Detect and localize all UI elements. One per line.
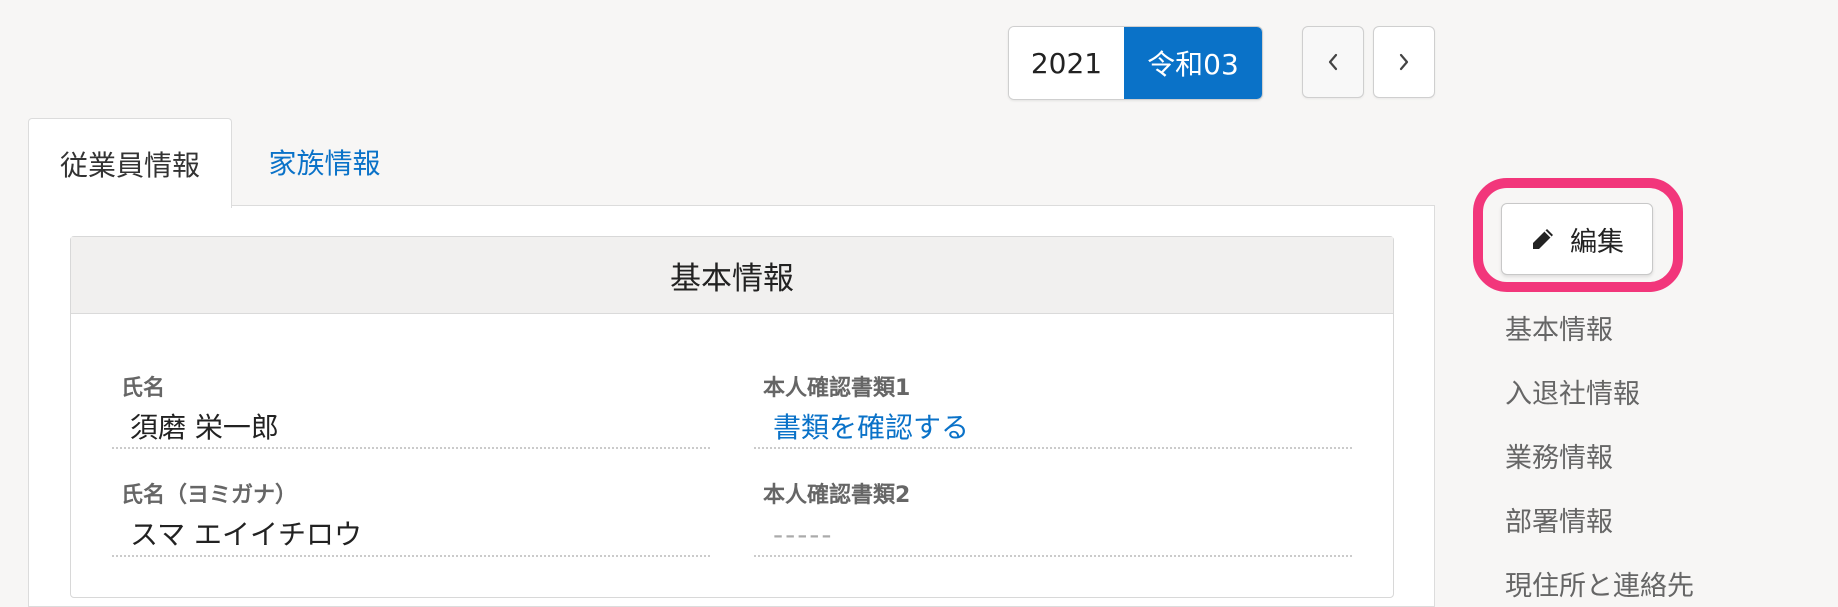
- chevron-left-icon: [1328, 53, 1338, 71]
- edit-button-label: 編集: [1570, 226, 1624, 258]
- side-nav-work-info[interactable]: 業務情報: [1505, 436, 1613, 475]
- pencil-icon: [1533, 229, 1553, 249]
- kana-label: 氏名（ヨミガナ）: [121, 483, 298, 508]
- chevron-right-icon: [1399, 53, 1409, 71]
- side-nav-employment-info[interactable]: 入退社情報: [1505, 372, 1640, 411]
- name-divider: [112, 447, 710, 449]
- edit-button[interactable]: 編集: [1501, 203, 1653, 275]
- id-doc2-value: -----: [773, 518, 834, 551]
- id-doc1-link[interactable]: 書類を確認する: [773, 406, 969, 446]
- side-nav-department-info[interactable]: 部署情報: [1505, 500, 1613, 539]
- side-nav-address-contact[interactable]: 現住所と連絡先: [1505, 564, 1694, 603]
- name-label: 氏名: [121, 376, 166, 401]
- tab-family-info[interactable]: 家族情報: [262, 118, 387, 206]
- id-doc1-label: 本人確認書類1: [763, 376, 911, 401]
- name-value: 須磨 栄一郎: [130, 411, 279, 444]
- next-button[interactable]: [1373, 26, 1435, 98]
- id-doc2-label: 本人確認書類2: [763, 483, 911, 508]
- japanese-year-button[interactable]: 令和03: [1124, 27, 1262, 99]
- western-year-button[interactable]: 2021: [1009, 27, 1124, 99]
- id-doc1-divider: [754, 447, 1352, 449]
- tab-employee-info[interactable]: 従業員情報: [28, 118, 232, 208]
- card-title: 基本情報: [71, 237, 1393, 314]
- kana-divider: [112, 555, 710, 557]
- side-nav-basic-info[interactable]: 基本情報: [1505, 308, 1613, 347]
- id-doc2-divider: [754, 555, 1352, 557]
- kana-value: スマ エイイチロウ: [130, 518, 363, 551]
- previous-button[interactable]: [1302, 26, 1364, 98]
- year-toggle: 2021 令和03: [1008, 26, 1263, 100]
